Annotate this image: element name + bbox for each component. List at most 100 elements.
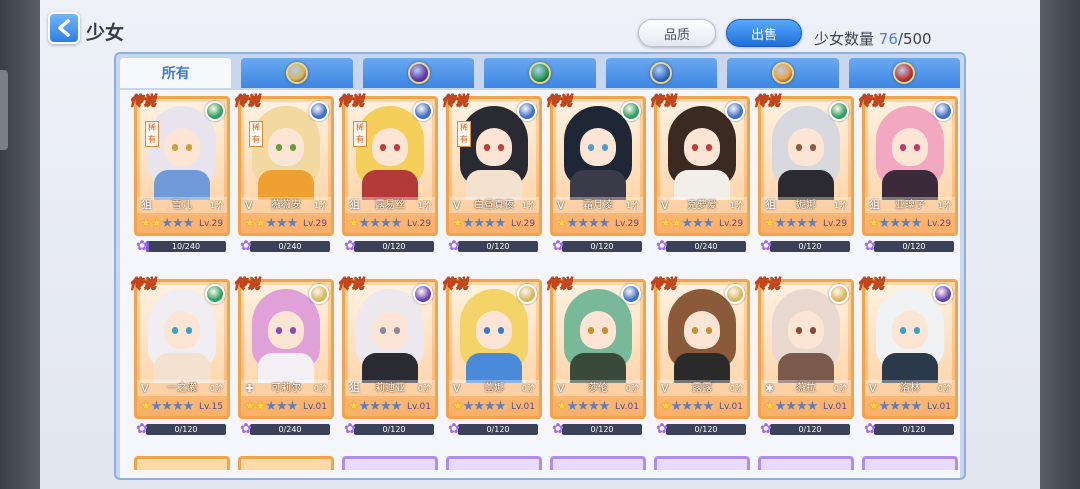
girl-card-partial[interactable] (758, 456, 854, 470)
girl-card[interactable]: 稀有狙雪儿 1阶 ★ ★ ★ ★ ★ Lv.29 传说 10/240 ✿ (130, 94, 230, 254)
exp-value: 0/120 (902, 242, 926, 251)
exp-flower-icon: ✿ (656, 421, 668, 437)
girl-card-partial[interactable] (238, 456, 334, 470)
girl-card[interactable]: V 洛林 0阶 ★ ★ ★ ★ ★ Lv.01 传说 0/120 ✿ (858, 277, 958, 437)
back-button[interactable] (48, 12, 80, 44)
character-level: Lv.29 (719, 219, 743, 229)
tab-label: 所有 (161, 66, 190, 82)
orange-star-icon (771, 62, 794, 84)
legend-badge: 传说 (754, 277, 781, 293)
exp-value: 0/120 (382, 425, 406, 434)
exp-bar: 0/120 (562, 241, 642, 252)
exp-bar: 0/120 (354, 241, 434, 252)
purple-emblem-icon (407, 62, 430, 84)
character-level: Lv.29 (511, 219, 535, 229)
card-frame: V 洛林 0阶 ★ ★ ★ ★ ★ Lv.01 (862, 279, 958, 419)
red-emblem-icon (893, 62, 916, 84)
legend-badge: 传说 (338, 94, 365, 110)
legend-badge: 传说 (130, 94, 157, 110)
card-frame: 狙妮娜 1阶 ★ ★ ★ ★ ★ Lv.29 (758, 96, 854, 236)
attribute-icon (725, 101, 745, 121)
girl-card[interactable]: 狙莉迪亚 0阶 ★ ★ ★ ★ ★ Lv.01 传说 0/120 ✿ (338, 277, 438, 437)
legend-badge: 传说 (442, 94, 469, 110)
girl-card[interactable]: V 克萝爱 1阶 ★ ★ ★ ★ ★ Lv.29 传说 0/240 ✿ (650, 94, 750, 254)
star-rating: ★ ★ ★ ★ ★ (244, 399, 298, 413)
girl-card[interactable]: V 露露 0阶 ★ ★ ★ ★ ★ Lv.01 传说 0/120 ✿ (650, 277, 750, 437)
exp-bar: 0/120 (874, 424, 954, 435)
exp-bar: 0/120 (874, 241, 954, 252)
star-rating: ★ ★ ★ ★ ★ (764, 399, 818, 413)
star-icon: ★ (286, 215, 299, 231)
character-level: Lv.29 (199, 219, 223, 229)
character-grade: 1阶 (313, 201, 327, 210)
girl-card-partial[interactable] (134, 456, 230, 470)
character-level: Lv.01 (927, 402, 951, 412)
star-rating: ★ ★ ★ ★ ★ (452, 216, 506, 230)
side-drawer-handle[interactable] (0, 70, 8, 150)
exp-value: 0/120 (694, 425, 718, 434)
tab-orange-star[interactable] (727, 58, 839, 88)
tab-green-swirl[interactable] (484, 58, 596, 88)
character-grade: 1阶 (937, 201, 951, 210)
exp-bar-row: 0/120 ✿ (550, 238, 646, 254)
character-level: Lv.29 (615, 219, 639, 229)
legend-badge: 传说 (546, 277, 573, 293)
girl-card[interactable]: 狙妮娜 1阶 ★ ★ ★ ★ ★ Lv.29 传说 0/120 ✿ (754, 94, 854, 254)
star-rating: ★ ★ ★ ★ ★ (556, 216, 610, 230)
card-frame: V 一之濑 0阶 ★ ★ ★ ★ ★ Lv.15 (134, 279, 230, 419)
character-grade: 0阶 (625, 384, 639, 393)
rare-badge: 稀有 (249, 121, 263, 147)
exp-flower-icon: ✿ (240, 238, 252, 254)
character-grade: 1阶 (729, 201, 743, 210)
attribute-icon (205, 284, 225, 304)
star-rating: ★ ★ ★ ★ ★ (452, 399, 506, 413)
star-icon: ★ (182, 215, 195, 231)
girl-card-partial[interactable] (550, 456, 646, 470)
girl-card[interactable]: 稀有 V 薇薇安 1阶 ★ ★ ★ ★ ★ Lv.29 传说 0/240 ✿ (234, 94, 334, 254)
quality-sort-button[interactable]: 品质 (638, 19, 716, 47)
girl-card[interactable]: ✚ 可莉尔 0阶 ★ ★ ★ ★ ★ Lv.01 传说 0/240 ✿ (234, 277, 334, 437)
star-icon: ★ (390, 215, 403, 231)
tab-all[interactable]: 所有 (120, 58, 232, 88)
attribute-icon (517, 284, 537, 304)
girl-card-partial[interactable] (342, 456, 438, 470)
legend-badge: 传说 (234, 277, 261, 293)
tab-red-emblem[interactable] (848, 58, 960, 88)
girl-card-partial[interactable] (862, 456, 958, 470)
tab-purple-emblem[interactable] (362, 58, 475, 88)
girl-card[interactable]: ✱ 薇拉 0阶 ★ ★ ★ ★ ★ Lv.01 传说 0/120 ✿ (754, 277, 854, 437)
girl-card-partial[interactable] (446, 456, 542, 470)
attribute-icon (829, 101, 849, 121)
star-icon: ★ (182, 398, 195, 414)
sell-button[interactable]: 出售 (726, 19, 802, 47)
exp-bar: 0/120 (770, 424, 850, 435)
exp-flower-icon: ✿ (552, 421, 564, 437)
girl-card[interactable]: 狙亚璃子 1阶 ★ ★ ★ ★ ★ Lv.29 传说 0/120 ✿ (858, 94, 958, 254)
legend-badge: 传说 (338, 277, 365, 293)
card-grid[interactable]: 稀有狙雪儿 1阶 ★ ★ ★ ★ ★ Lv.29 传说 10/240 ✿ 稀有 V 薇薇安 1阶 ★ ★ ★ ★ ★ L… (120, 90, 960, 478)
star-rating: ★ ★ ★ ★ ★ (556, 399, 610, 413)
girl-count-current: 76 (878, 30, 898, 48)
legend-badge: 传说 (442, 277, 469, 293)
exp-flower-icon: ✿ (448, 421, 460, 437)
attribute-icon (413, 101, 433, 121)
character-grade: 0阶 (521, 384, 535, 393)
legend-badge: 传说 (130, 277, 157, 293)
girl-card[interactable]: 稀有 V 白昼真夜 1阶 ★ ★ ★ ★ ★ Lv.29 传说 0/120 ✿ (442, 94, 542, 254)
exp-bar-row: 0/120 ✿ (134, 421, 230, 437)
tab-gold-emblem[interactable] (241, 58, 353, 88)
girl-card[interactable]: V 一之濑 0阶 ★ ★ ★ ★ ★ Lv.15 传说 0/120 ✿ (130, 277, 230, 437)
girl-card[interactable]: 稀有狙露易丝 1阶 ★ ★ ★ ★ ★ Lv.29 传说 0/120 ✿ (338, 94, 438, 254)
girl-card-partial[interactable] (654, 456, 750, 470)
character-grade: 1阶 (521, 201, 535, 210)
star-rating: ★ ★ ★ ★ ★ (660, 216, 714, 230)
girl-card[interactable]: V 蕾娜 0阶 ★ ★ ★ ★ ★ Lv.01 传说 0/120 ✿ (442, 277, 542, 437)
attribute-icon (933, 284, 953, 304)
exp-value: 0/240 (278, 425, 302, 434)
girl-card[interactable]: V 莎伦 0阶 ★ ★ ★ ★ ★ Lv.01 传说 0/120 ✿ (546, 277, 646, 437)
exp-bar: 0/120 (458, 424, 538, 435)
exp-bar-row: 0/120 ✿ (862, 421, 958, 437)
tab-blue-emblem[interactable] (605, 58, 718, 88)
star-rating: ★ ★ ★ ★ ★ (764, 216, 818, 230)
girl-card[interactable]: V 霜月凌 1阶 ★ ★ ★ ★ ★ Lv.29 传说 0/120 ✿ (546, 94, 646, 254)
